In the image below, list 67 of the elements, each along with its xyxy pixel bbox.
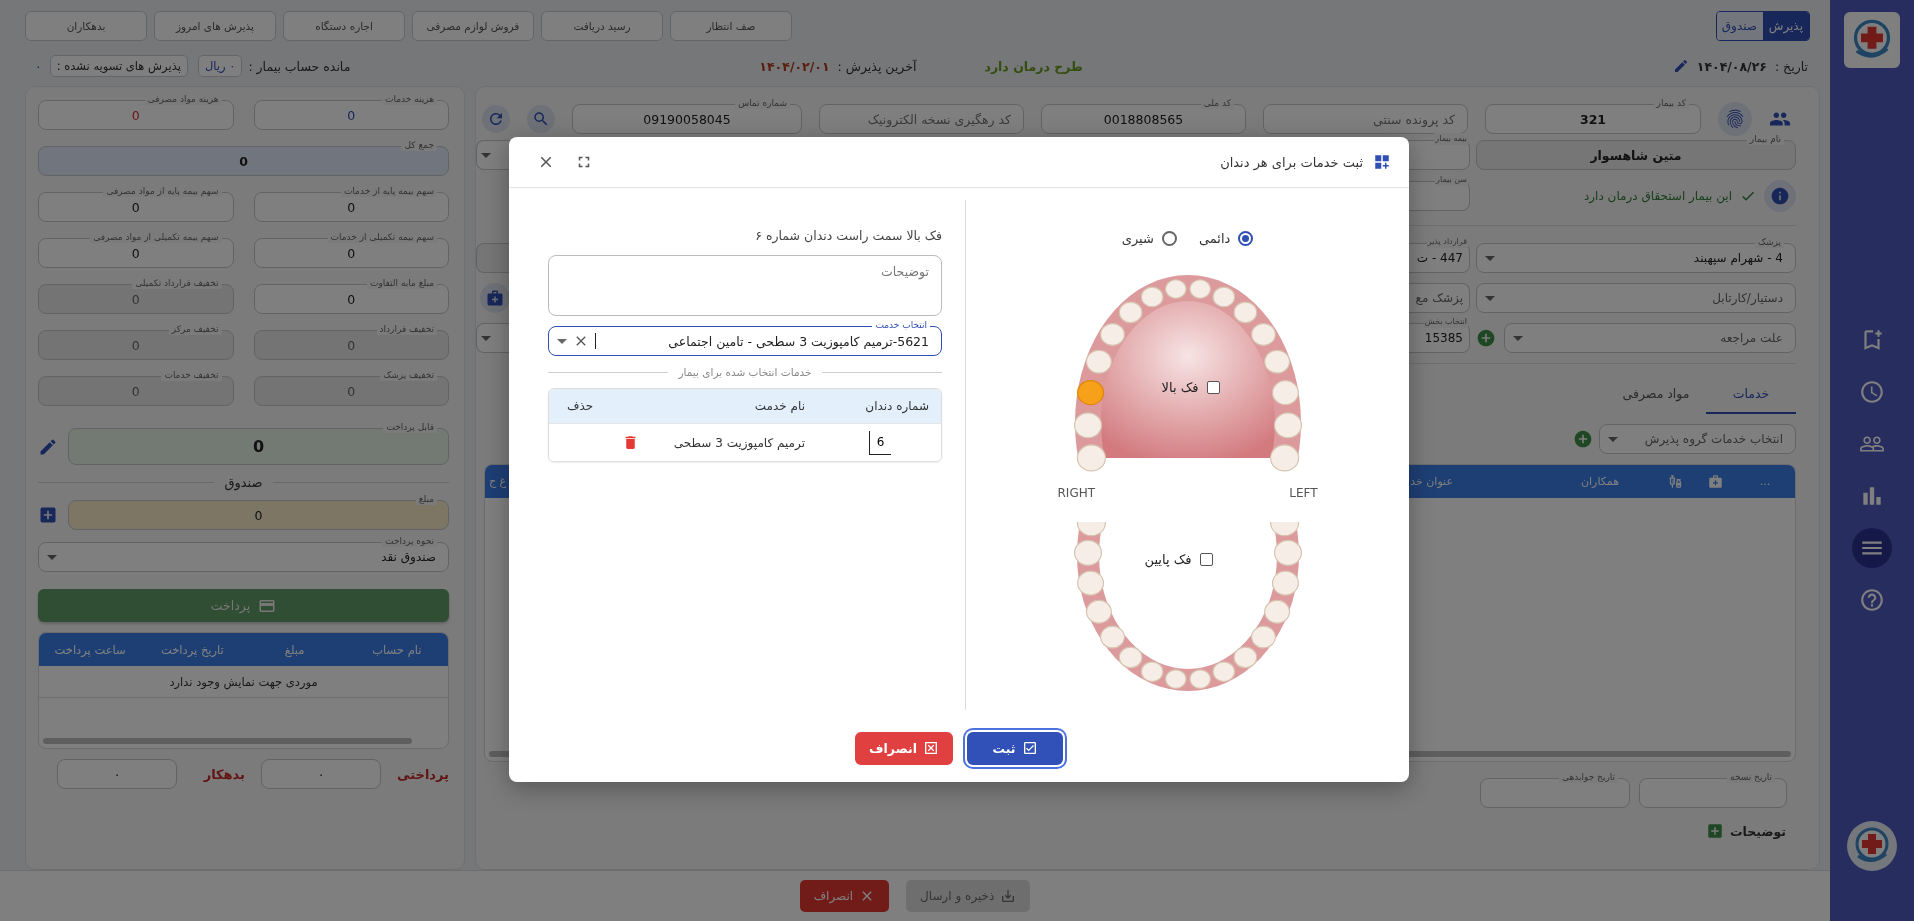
field-label: هزینه مواد مصرفی <box>144 93 222 105</box>
field-label: تخفیف مرکز <box>168 323 222 335</box>
last-admission-date: ۱۴۰۴/۰۲/۰۱ <box>759 58 830 74</box>
column-header: غ ج <box>488 475 507 488</box>
radio-label: دائمی <box>1198 230 1231 246</box>
field-label: تخفیف پزشک <box>380 369 437 381</box>
field-label: تخفیف خدمات <box>161 369 222 381</box>
empty-message: موردی جهت نمایش وجود ندارد <box>39 666 448 698</box>
field-label: تاریخ جوابدهی <box>1559 771 1618 783</box>
field-label: سهم بیمه پایه از مواد مصرفی <box>103 185 222 197</box>
column-header: شماره دندان <box>864 399 930 413</box>
field-label: بیمه بیمار <box>1434 133 1468 145</box>
column-header: ساعت پرداخت <box>53 642 127 657</box>
field-label: هزینه خدمات <box>382 93 437 105</box>
column-header: همکاران <box>1579 475 1620 488</box>
side-label: RIGHT <box>1057 486 1096 500</box>
radio-label: شیری <box>1121 230 1154 246</box>
field-label: تخفیف قرارداد تکمیلی <box>132 277 222 289</box>
eligibility-text: این بیمار استحقاق درمان دارد <box>1583 188 1732 203</box>
column-header: تاریخ پرداخت <box>159 642 225 657</box>
field-label: سهم بیمه تکمیلی از مواد مصرفی <box>90 231 222 243</box>
date-label: تاریخ : <box>1774 58 1808 74</box>
notes-label: توضیحات <box>1730 823 1786 839</box>
field-label: انتخاب بخش <box>1423 316 1468 328</box>
column-header: ... <box>1758 475 1772 488</box>
field-label: سهم بیمه تکمیلی از خدمات <box>327 231 437 243</box>
section-heading: خدمات انتخاب شده برای بیمار <box>678 366 812 378</box>
field-label: سن بیمار <box>1435 173 1468 186</box>
field-label: تخفیف قرارداد <box>376 323 437 335</box>
column-header: نام حساب <box>371 642 423 657</box>
field-label: انتخاب خدمت <box>872 319 930 331</box>
tooth-caption: فک بالا سمت راست دندان شماره ۶ <box>754 228 942 243</box>
total-label: پرداختی <box>397 766 449 782</box>
last-admission-label: آخرین پذیرش : <box>837 58 917 74</box>
field-placeholder: پزشک مع <box>1415 291 1463 305</box>
balance-value: ۰ ریال <box>197 55 243 77</box>
field-label: سهم بیمه پایه از خدمات <box>340 185 437 197</box>
field-label: کد ملی <box>1200 97 1234 109</box>
field-label: شماره تماس <box>735 97 790 109</box>
field-label: تاریخ نسخه <box>1727 771 1775 783</box>
field-label: نحوه پرداخت <box>382 535 437 547</box>
unsettled-label: پذیرش های تسویه نشده : <box>49 55 188 77</box>
checkbox-label: فک پایین <box>1144 552 1192 567</box>
field-label: قابل پرداخت <box>383 421 437 433</box>
column-header: نام خدمت <box>753 399 806 413</box>
treatment-plan-label: طرح درمان دارد <box>984 58 1083 74</box>
field-label: کد بیمار <box>1653 97 1689 109</box>
column-header: حذف <box>566 399 595 413</box>
field-label: جمع کل <box>401 139 437 151</box>
checkbox-label: فک بالا <box>1161 380 1199 395</box>
side-label: LEFT <box>1289 486 1318 500</box>
field-label: مبلغ مابه التفاوت <box>367 277 437 289</box>
date-value: ۱۴۰۴/۰۸/۲۶ <box>1696 58 1767 74</box>
total-label: بدهکار <box>202 766 245 782</box>
field-label: قرارداد پذیر <box>1426 236 1468 248</box>
dialog-title: ثبت خدمات برای هر دندان <box>1220 154 1363 170</box>
field-label: پزشک <box>1754 236 1784 248</box>
field-value: 15385 <box>1424 331 1463 345</box>
field-value: 447 - ت <box>1416 251 1463 265</box>
column-header: مبلغ <box>283 642 306 657</box>
field-label: مبلغ <box>415 493 437 505</box>
section-heading: صندوق <box>224 475 263 490</box>
unsettled-count: ۰ <box>35 58 42 74</box>
balance-label: مانده حساب بیمار : <box>248 58 351 74</box>
table-cell-text: ترمیم کامپوزیت 3 سطحی <box>672 435 806 450</box>
field-label: نام بیمار <box>1746 133 1784 145</box>
column-header: عنوان خد <box>1410 475 1454 488</box>
